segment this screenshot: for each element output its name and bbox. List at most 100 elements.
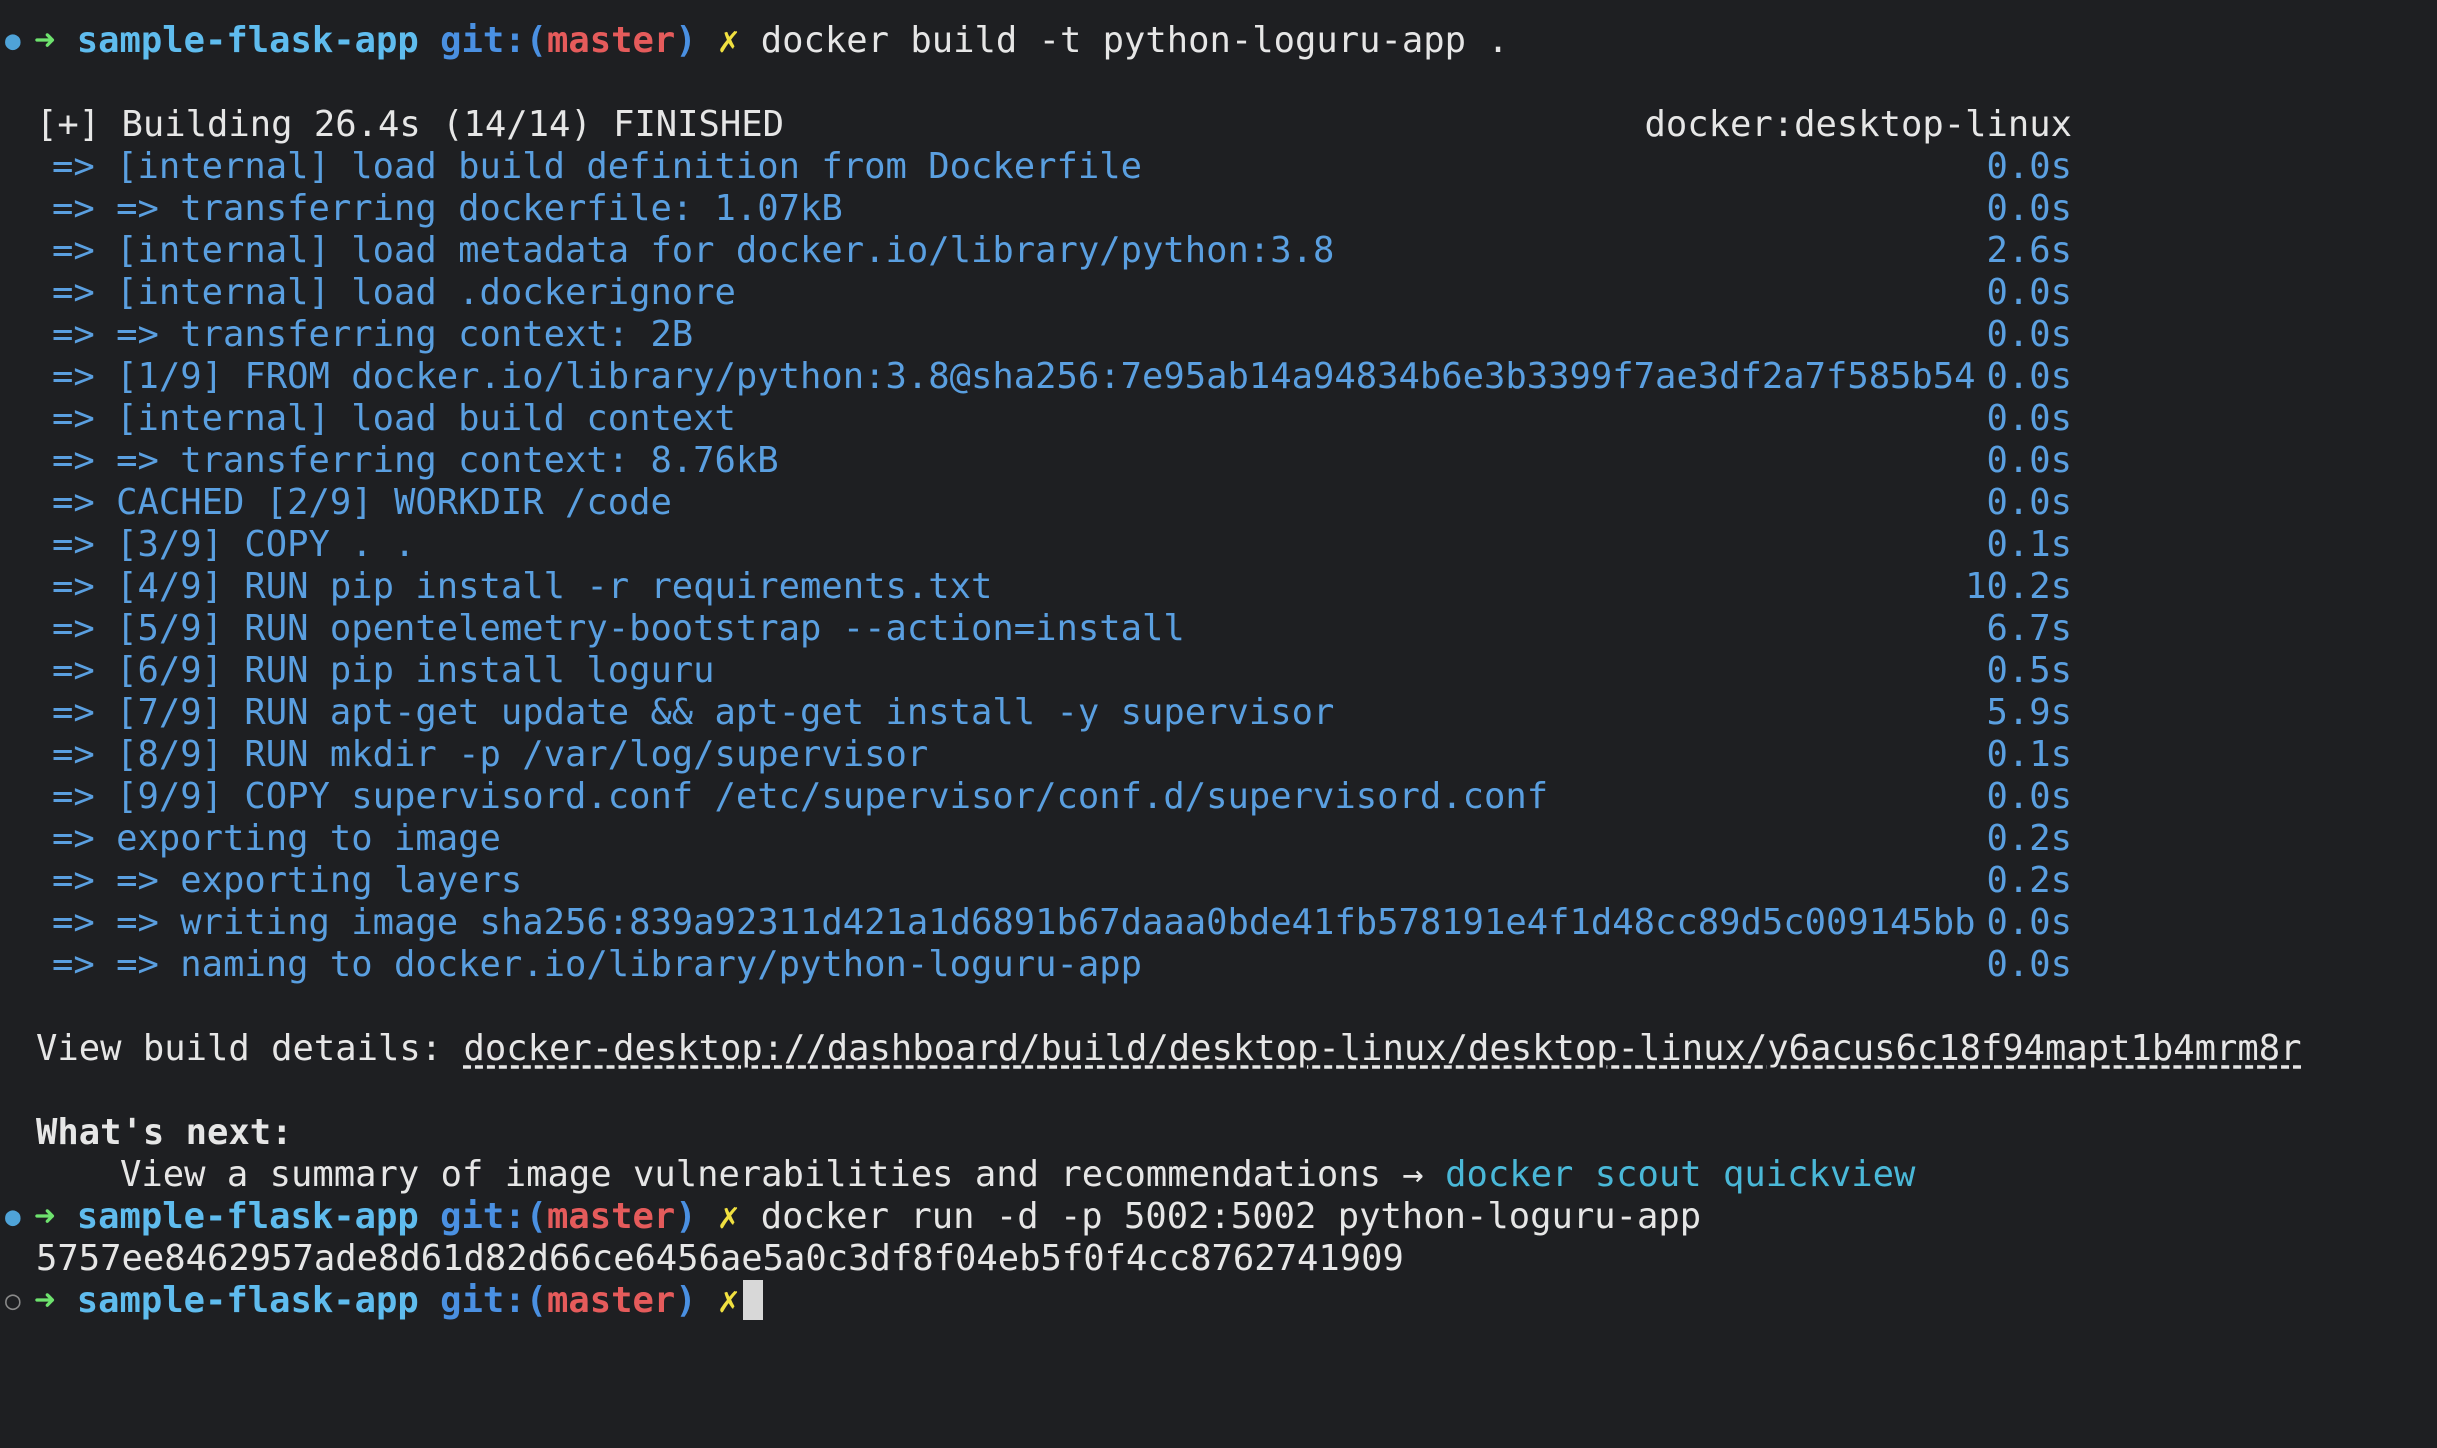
build-step: => [7/9] RUN apt-get update && apt-get i… [0,692,2437,734]
whats-next-heading-line: What's next: [0,1112,2437,1154]
whats-next-text: View a summary of image vulnerabilities … [120,1154,1446,1195]
build-step-text: => [3/9] COPY . . [52,524,416,565]
build-step: => [internal] load build context 0.0s [0,398,2437,440]
build-step-text: => => transferring dockerfile: 1.07kB [52,188,843,229]
build-step-time: 0.2s [1986,860,2073,901]
build-step-text: => => exporting layers [52,860,523,901]
build-step-text: => => transferring context: 2B [52,314,694,355]
build-step-time: 0.5s [1986,650,2073,691]
build-step-time: 5.9s [1986,692,2073,733]
build-step-time: 0.0s [1986,902,2073,943]
build-step: => => transferring context: 2B 0.0s [0,314,2437,356]
build-step: => [6/9] RUN pip install loguru 0.5s [0,650,2437,692]
command-text: docker run -d -p 5002:5002 python-loguru… [760,1196,1702,1237]
build-step-time: 0.0s [1986,440,2073,481]
prompt-line-build: ● ➜ sample-flask-app git:(master) ✗ dock… [0,20,2437,62]
build-step-text: => [internal] load build definition from… [52,146,1143,187]
build-step-text: => [1/9] FROM docker.io/library/python:3… [52,356,1976,397]
prompt: ➜ sample-flask-app git:(master) ✗ [34,1280,764,1322]
prompt: ➜ sample-flask-app git:(master) ✗ docker… [34,20,1509,62]
build-step: => [1/9] FROM docker.io/library/python:3… [0,356,2437,398]
prompt-git-open: git:( [440,1196,547,1237]
build-step: => [8/9] RUN mkdir -p /var/log/superviso… [0,734,2437,776]
build-step-text: => [internal] load metadata for docker.i… [52,230,1335,271]
build-step-text: => => naming to docker.io/library/python… [52,944,1143,985]
prompt-dir: sample-flask-app [76,1196,419,1237]
prompt-git-close: ) [675,1280,697,1321]
build-summary: [+] Building 26.4s (14/14) FINISHED [36,104,785,145]
build-step-text: => [6/9] RUN pip install loguru [52,650,715,691]
build-step-time: 0.2s [1986,818,2073,859]
command-status-dot-icon: ● [5,1202,21,1232]
terminal-window[interactable]: ● ➜ sample-flask-app git:(master) ✗ dock… [0,20,2437,1364]
prompt-line-run: ● ➜ sample-flask-app git:(master) ✗ dock… [0,1196,2437,1238]
prompt-line-active[interactable]: ○ ➜ sample-flask-app git:(master) ✗ [0,1280,2437,1322]
command-text: docker build -t python-loguru-app . [760,20,1509,61]
prompt-git-open: git:( [440,1280,547,1321]
build-step-text: => [9/9] COPY supervisord.conf /etc/supe… [52,776,1549,817]
build-details-label: View build details: [36,1028,464,1069]
prompt: ➜ sample-flask-app git:(master) ✗ docker… [34,1196,1701,1238]
build-step: => exporting to image 0.2s [0,818,2437,860]
prompt-dirty-icon: ✗ [717,1196,740,1237]
scout-quickview-command[interactable]: docker scout quickview [1445,1154,1915,1195]
build-details-link[interactable]: docker-desktop://dashboard/build/desktop… [463,1028,2301,1069]
prompt-dir: sample-flask-app [76,1280,419,1321]
build-step-time: 0.0s [1986,776,2073,817]
prompt-git-close: ) [675,20,697,61]
prompt-dirty-icon: ✗ [717,1280,740,1321]
command-status-dot-icon: ● [5,26,21,56]
build-step: => => naming to docker.io/library/python… [0,944,2437,986]
build-step-time: 0.0s [1986,398,2073,439]
build-details: View build details: docker-desktop://das… [36,1028,2302,1070]
build-step-text: => => writing image sha256:839a92311d421… [52,902,1976,943]
command-status-ring-icon: ○ [5,1286,21,1316]
build-step: => [internal] load metadata for docker.i… [0,230,2437,272]
prompt-git-open: git:( [440,20,547,61]
build-step-text: => [4/9] RUN pip install -r requirements… [52,566,993,607]
prompt-arrow-icon: ➜ [34,1280,56,1321]
prompt-branch: master [546,1196,676,1237]
build-step-text: => => transferring context: 8.76kB [52,440,779,481]
whats-next-heading: What's next: [36,1112,293,1153]
build-step-time: 0.0s [1986,356,2073,397]
build-step: => => exporting layers 0.2s [0,860,2437,902]
build-step-text: => CACHED [2/9] WORKDIR /code [52,482,672,523]
build-step-text: => [5/9] RUN opentelemetry-bootstrap --a… [52,608,1185,649]
build-step-time: 0.0s [1986,272,2073,313]
build-step-time: 0.0s [1986,944,2073,985]
prompt-branch: master [546,20,676,61]
build-step: => [internal] load .dockerignore 0.0s [0,272,2437,314]
build-step: => [4/9] RUN pip install -r requirements… [0,566,2437,608]
build-step: => => transferring context: 8.76kB 0.0s [0,440,2437,482]
build-step-time: 0.0s [1986,482,2073,523]
build-step: => => transferring dockerfile: 1.07kB 0.0… [0,188,2437,230]
build-step-time: 0.0s [1986,188,2073,229]
build-step-text: => exporting to image [52,818,501,859]
build-step: => [internal] load build definition from… [0,146,2437,188]
build-step-time: 10.2s [1965,566,2072,607]
build-step: => [3/9] COPY . . 0.1s [0,524,2437,566]
whats-next-line: View a summary of image vulnerabilities … [0,1154,2437,1196]
prompt-dirty-icon: ✗ [717,20,740,61]
build-step-time: 0.1s [1986,524,2073,565]
text-cursor[interactable] [743,1280,764,1320]
build-steps: => [internal] load build definition from… [0,146,2437,986]
whats-next-body: View a summary of image vulnerabilities … [120,1154,1915,1196]
build-step-text: => [8/9] RUN mkdir -p /var/log/superviso… [52,734,929,775]
build-step-time: 0.1s [1986,734,2073,775]
prompt-arrow-icon: ➜ [34,20,56,61]
prompt-arrow-icon: ➜ [34,1196,56,1237]
container-id-line: 5757ee8462957ade8d61d82d66ce6456ae5a0c3d… [0,1238,2437,1280]
build-details-line: View build details: docker-desktop://das… [0,1028,2437,1070]
build-step: => => writing image sha256:839a92311d421… [0,902,2437,944]
build-step: => [9/9] COPY supervisord.conf /etc/supe… [0,776,2437,818]
build-step-time: 6.7s [1986,608,2073,649]
build-step-time: 0.0s [1986,146,2073,187]
build-step: => CACHED [2/9] WORKDIR /code 0.0s [0,482,2437,524]
prompt-git-close: ) [675,1196,697,1237]
build-step: => [5/9] RUN opentelemetry-bootstrap --a… [0,608,2437,650]
build-step-time: 0.0s [1986,314,2073,355]
build-step-text: => [7/9] RUN apt-get update && apt-get i… [52,692,1335,733]
container-id: 5757ee8462957ade8d61d82d66ce6456ae5a0c3d… [36,1238,1404,1279]
